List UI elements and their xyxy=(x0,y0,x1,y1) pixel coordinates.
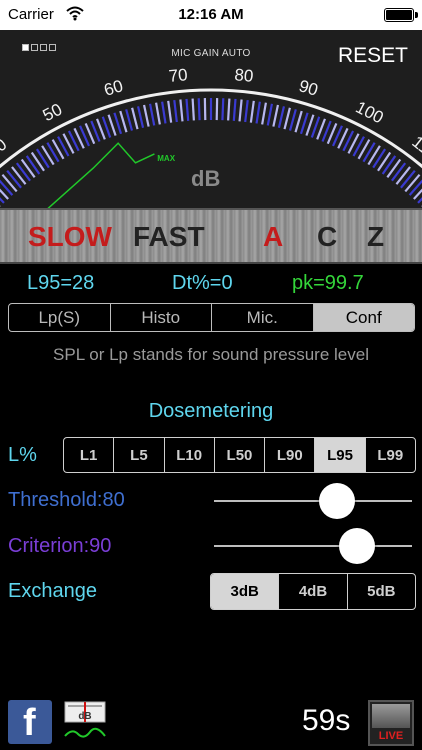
exchange-5db-option[interactable]: 5dB xyxy=(348,574,415,609)
l90-option[interactable]: L90 xyxy=(265,438,316,472)
z-weighting-button[interactable]: Z xyxy=(367,221,384,253)
status-bar: Carrier 12:16 AM xyxy=(0,0,422,30)
fast-response-button[interactable]: FAST xyxy=(133,221,205,253)
mode-tabs: Lp(S) Histo Mic. Conf xyxy=(8,303,415,332)
l1-option[interactable]: L1 xyxy=(64,438,115,472)
battery-icon xyxy=(384,8,418,22)
peak-reading: pk=99.7 xyxy=(292,272,364,294)
exchange-3db-option[interactable]: 3dB xyxy=(211,574,280,609)
dose-reading: Dt%=0 xyxy=(172,272,233,294)
hint-text: SPL or Lp stands for sound pressure leve… xyxy=(53,345,369,364)
l95-reading: L95=28 xyxy=(27,272,95,294)
meter-scale-label: 80 xyxy=(234,65,255,86)
facebook-letter: f xyxy=(23,702,36,744)
slider-track xyxy=(214,500,412,502)
exchange-4db-option[interactable]: 4dB xyxy=(279,574,348,609)
live-button-face xyxy=(372,704,410,728)
criterion-label: Criterion:90 xyxy=(8,535,112,557)
weighting-bar: SLOW FAST A C Z xyxy=(0,208,422,264)
clock: 12:16 AM xyxy=(178,6,244,23)
tab-mic[interactable]: Mic. xyxy=(212,304,314,331)
meter-tick xyxy=(191,98,195,121)
l10-option[interactable]: L10 xyxy=(165,438,215,472)
slow-response-button[interactable]: SLOW xyxy=(28,221,112,253)
l-percentile-selector: L1 L5 L10 L50 L90 L95 L99 xyxy=(63,437,416,473)
l50-option[interactable]: L50 xyxy=(215,438,266,472)
meter-scale-label: 70 xyxy=(168,65,189,86)
exchange-label: Exchange xyxy=(8,580,97,602)
threshold-slider[interactable] xyxy=(214,483,412,519)
meter-tick xyxy=(197,98,201,121)
db-meter-app-icon[interactable]: dB xyxy=(62,700,108,744)
c-weighting-button[interactable]: C xyxy=(317,221,337,253)
db-icon-text: dB xyxy=(78,711,91,722)
a-weighting-button[interactable]: A xyxy=(263,221,283,253)
tab-lps[interactable]: Lp(S) xyxy=(9,304,111,331)
l-percent-label: L% xyxy=(8,444,37,466)
max-label: MAX xyxy=(157,154,175,163)
slider-thumb[interactable] xyxy=(319,483,355,519)
elapsed-time: 59s xyxy=(302,704,351,737)
dosemetering-title: Dosemetering xyxy=(148,400,274,422)
readings-row: L95=28 Dt%=0 pk=99.7 xyxy=(0,268,422,298)
l99-option[interactable]: L99 xyxy=(366,438,415,472)
l95-option[interactable]: L95 xyxy=(315,438,366,472)
threshold-label: Threshold:80 xyxy=(8,489,125,511)
meter-tick xyxy=(227,98,231,121)
l5-option[interactable]: L5 xyxy=(114,438,165,472)
criterion-slider[interactable] xyxy=(214,528,412,564)
live-button[interactable]: LIVE xyxy=(368,700,414,746)
tab-histo[interactable]: Histo xyxy=(111,304,212,331)
slider-track xyxy=(214,545,412,547)
sound-level-meter: 2030405060708090100110120130MINMAX MIC G… xyxy=(0,30,422,208)
slider-thumb[interactable] xyxy=(339,528,375,564)
exchange-rate-selector: 3dB 4dB 5dB xyxy=(210,573,416,610)
meter-unit-label: dB xyxy=(191,166,221,191)
facebook-icon[interactable]: f xyxy=(8,700,52,744)
reset-button[interactable]: RESET xyxy=(338,44,408,68)
live-label: LIVE xyxy=(378,730,404,742)
meter-tick xyxy=(221,98,225,121)
tab-conf[interactable]: Conf xyxy=(313,304,414,331)
